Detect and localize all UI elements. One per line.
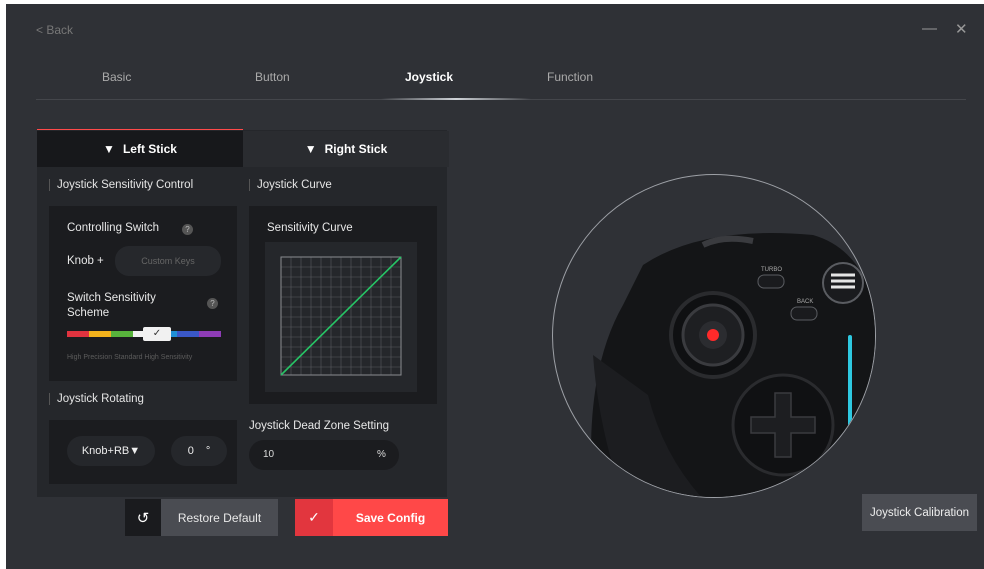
scheme-segment[interactable]	[111, 331, 133, 337]
scheme-segment[interactable]	[89, 331, 111, 337]
close-button[interactable]: ✕	[955, 20, 968, 38]
left-stick-tab[interactable]: ▼ Left Stick	[37, 131, 243, 167]
joystick-calibration-button[interactable]: Joystick Calibration	[862, 494, 977, 531]
scheme-caption: High Precision Standard High Sensitivity	[67, 354, 193, 361]
scheme-segment[interactable]	[67, 331, 89, 337]
joystick-rotating-box: Knob+RB▼ 0 °	[49, 420, 237, 484]
joystick-settings-panel: ▼ Left Stick ▼ Right Stick Joystick Sens…	[37, 130, 449, 497]
joystick-curve-title: Joystick Curve	[249, 179, 332, 191]
rotation-angle-field[interactable]: 0 °	[171, 436, 227, 466]
tab-bar: Basic Button Joystick Function	[36, 64, 966, 100]
right-stick-tab[interactable]: ▼ Right Stick	[243, 131, 449, 167]
controller-image: TURBO BACK	[552, 174, 876, 498]
back-button[interactable]: < Back	[36, 23, 73, 37]
left-stick-icon: ▼	[103, 142, 115, 156]
tab-basic[interactable]: Basic	[102, 70, 131, 84]
tab-joystick[interactable]: Joystick	[405, 70, 453, 84]
help-icon[interactable]: ?	[207, 298, 218, 309]
active-tab-indicator	[381, 98, 531, 100]
checkmark-icon[interactable]: ✓	[295, 499, 333, 536]
restore-icon[interactable]: ↺	[125, 499, 161, 536]
dead-zone-input[interactable]: 10 %	[249, 440, 399, 470]
custom-keys-input[interactable]: Custom Keys	[115, 246, 221, 276]
tab-function[interactable]: Function	[547, 70, 593, 84]
sensitivity-curve-box: Sensitivity Curve	[249, 206, 437, 404]
right-stick-label: Right Stick	[324, 142, 388, 156]
joystick-led-icon	[707, 329, 719, 341]
minimize-button[interactable]: —	[922, 20, 937, 37]
rotation-angle-unit: °	[205, 445, 211, 457]
rotation-angle-value: 0	[187, 445, 194, 457]
settings-window: < Back — ✕ Basic Button Joystick Functio…	[6, 4, 984, 569]
scheme-label-line1: Switch Sensitivity	[67, 292, 156, 304]
back-label: BACK	[797, 299, 813, 305]
joystick-rotating-title: Joystick Rotating	[49, 393, 144, 405]
scheme-segment[interactable]	[199, 331, 221, 337]
help-icon[interactable]: ?	[182, 224, 193, 235]
scheme-label-line2: Scheme	[67, 307, 110, 319]
checkmark-icon[interactable]: ✓	[143, 327, 171, 341]
sensitivity-curve-label: Sensitivity Curve	[267, 222, 353, 234]
controlling-switch-label: Controlling Switch	[67, 222, 160, 234]
sensitivity-curve-plot[interactable]	[265, 242, 417, 392]
tab-button[interactable]: Button	[255, 70, 290, 84]
rotation-mode-dropdown[interactable]: Knob+RB▼	[67, 436, 155, 466]
left-stick-label: Left Stick	[122, 142, 177, 156]
restore-default-button[interactable]: Restore Default	[161, 499, 278, 536]
scheme-segment[interactable]	[177, 331, 199, 337]
dead-zone-title: Joystick Dead Zone Setting	[249, 420, 389, 432]
sensitivity-control-title: Joystick Sensitivity Control	[49, 179, 193, 191]
dead-zone-unit: %	[377, 449, 386, 460]
turbo-label: TURBO	[761, 267, 782, 273]
save-config-button[interactable]: Save Config	[333, 499, 448, 536]
knob-label: Knob +	[67, 255, 104, 267]
right-stick-icon: ▼	[304, 142, 317, 156]
dead-zone-value: 10	[263, 449, 275, 460]
